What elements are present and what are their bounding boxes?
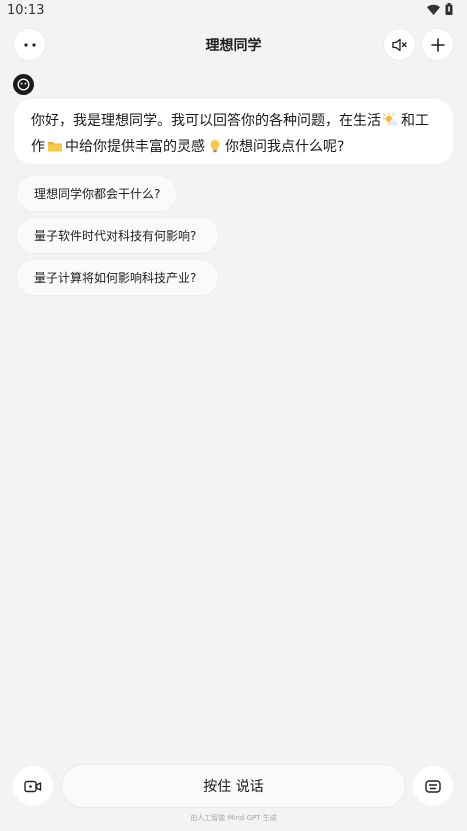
suggestion-chip[interactable]: 理想同学你都会干什么? bbox=[16, 175, 177, 212]
suggestion-label: 理想同学你都会干什么? bbox=[34, 187, 161, 201]
folder-emoji bbox=[48, 142, 62, 152]
video-call-button[interactable] bbox=[13, 766, 53, 806]
message-line-2: 作 中给你提供丰富的灵感 你想问我点什么呢? bbox=[31, 134, 439, 160]
new-chat-button[interactable] bbox=[422, 29, 453, 60]
assistant-avatar bbox=[13, 74, 34, 95]
suggestion-label: 量子软件时代对科技有何影响? bbox=[34, 229, 197, 243]
message-line-1: 你好，我是理想同学。我可以回答你的各种问题，在生活 和工 bbox=[31, 108, 439, 134]
plus-icon bbox=[430, 37, 445, 52]
video-camera-icon bbox=[24, 780, 42, 792]
sun-cloud-emoji bbox=[383, 113, 398, 126]
keyboard-icon bbox=[425, 779, 441, 793]
chat-screen: 10:13 理想同学 你好，我是理想同学。我可以回答你的各种问题，在生活 和工 … bbox=[0, 0, 467, 831]
status-time: 10:13 bbox=[7, 3, 45, 18]
smiley-avatar-icon bbox=[17, 78, 30, 91]
keyboard-button[interactable] bbox=[413, 766, 453, 806]
mute-button[interactable] bbox=[384, 29, 415, 60]
message-text: 和工 bbox=[401, 113, 429, 129]
ai-disclaimer: 由人工智能 Mind GPT 生成 bbox=[190, 814, 277, 822]
hold-to-talk-button[interactable]: 按住 说话 bbox=[61, 764, 406, 808]
suggestion-chip[interactable]: 量子软件时代对科技有何影响? bbox=[16, 217, 219, 254]
message-text: 中给你提供丰富的灵感 bbox=[65, 139, 205, 155]
status-icons bbox=[427, 3, 453, 15]
assistant-message: 你好，我是理想同学。我可以回答你的各种问题，在生活 和工 作 中给你提供丰富的灵… bbox=[14, 99, 453, 164]
hold-to-talk-label: 按住 说话 bbox=[203, 779, 264, 795]
message-text: 你好，我是理想同学。我可以回答你的各种问题，在生活 bbox=[31, 113, 381, 129]
wifi-icon bbox=[427, 4, 440, 15]
message-text: 作 bbox=[31, 139, 45, 155]
lightbulb-emoji bbox=[210, 139, 220, 153]
suggestion-label: 量子计算将如何影响科技产业? bbox=[34, 271, 197, 285]
battery-icon bbox=[445, 3, 453, 15]
speaker-mute-icon bbox=[391, 38, 407, 51]
suggestion-chip[interactable]: 量子计算将如何影响科技产业? bbox=[16, 259, 219, 296]
status-bar: 10:13 bbox=[0, 0, 467, 22]
message-text: 你想问我点什么呢? bbox=[225, 139, 345, 155]
